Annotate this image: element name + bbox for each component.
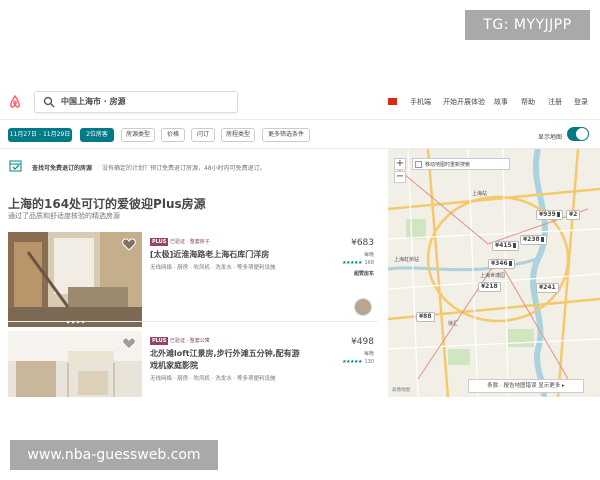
map-place-label: 徐汇	[448, 320, 458, 327]
map-place-label: 上海虹桥站	[394, 256, 419, 263]
instant-book-filter-chip[interactable]: 闪订	[191, 128, 215, 142]
map-price-pin[interactable]: ¥939	[536, 210, 563, 220]
map-price-pin[interactable]: ¥2	[566, 210, 581, 220]
listing-info: PLUS 已验证 · 整套房子 [太极]近淮海路老上海石库门洋房 无线网络 · …	[148, 232, 376, 327]
section-title: 上海的164处可订的爱彼迎Plus房源	[8, 197, 206, 211]
heart-icon[interactable]	[122, 337, 136, 350]
notice-body: 没有确定的计划？预订免费退订房源，48小时内可免费退订。	[102, 165, 266, 172]
listing-title[interactable]: 北外滩loft江景房,步行外滩五分钟,配有游戏机家庭影院	[150, 348, 300, 372]
airbnb-logo-icon[interactable]	[8, 95, 22, 109]
china-flag-icon[interactable]	[388, 98, 397, 105]
map-canvas[interactable]: 上海站 上海世博园 上海虹桥站 徐汇	[388, 149, 600, 397]
listing-divider	[8, 321, 378, 322]
airbnb-search-page: 中国上海市 · 房源 手机端 开始开展体验 故事 帮助 注册 登录 登录 11月…	[0, 85, 600, 397]
listing-card[interactable]: PLUS 已验证 · 整套公寓 北外滩loft江景房,步行外滩五分钟,配有游戏机…	[8, 331, 378, 397]
map-price-pin[interactable]: ¥241	[536, 283, 559, 293]
redo-search-label: 移动地图时重新搜索	[425, 162, 471, 168]
search-input[interactable]: 中国上海市 · 房源	[61, 96, 126, 107]
listing-card[interactable]: PLUS 已验证 · 整套房子 [太极]近淮海路老上海石库门洋房 无线网络 · …	[8, 232, 378, 327]
more-filters-chip[interactable]: 更多筛选条件	[262, 128, 310, 142]
nav-signup[interactable]: 注册	[548, 97, 562, 107]
free-cancel-notice: 查找可免费退订的房源 没有确定的计划？预订免费退订房源，48小时内可免费退订。	[8, 158, 378, 176]
price-per-night: 每晚	[363, 351, 374, 357]
nav-help[interactable]: 帮助	[521, 97, 535, 107]
map-price-pin[interactable]: ¥346	[488, 259, 515, 269]
nav-host-experience[interactable]: 开始开展体验	[443, 97, 485, 107]
review-count: 130	[364, 359, 374, 365]
nav-mobile[interactable]: 手机端	[410, 97, 431, 107]
review-count: 168	[364, 260, 374, 266]
heart-icon[interactable]	[122, 238, 136, 251]
map-price-pin[interactable]: ¥415	[492, 241, 519, 251]
top-navigation-bar: 中国上海市 · 房源 手机端 开始开展体验 故事 帮助 注册 登录 登录	[0, 85, 600, 120]
listing-amenities: 无线网络 · 厨房 · 吹风机 · 洗发水 · 等多项便利设施	[150, 265, 276, 271]
map-attribution: 高德地图	[392, 388, 410, 393]
listing-type: 已验证 · 整套房子	[170, 239, 210, 245]
calendar-check-icon	[9, 160, 22, 172]
checkbox-box[interactable]	[415, 161, 422, 168]
map-price-pin[interactable]: ¥218	[478, 282, 501, 292]
toggle-knob	[576, 128, 588, 140]
notice-title: 查找可免费退订的房源	[32, 165, 93, 172]
guests-filter-chip[interactable]: 2位房客	[80, 128, 114, 142]
show-map-toggle[interactable]	[567, 127, 589, 141]
listing-price: ¥683	[351, 238, 374, 248]
price-per-night: 每晚	[363, 252, 374, 258]
show-map-label: 显示地图	[538, 134, 563, 141]
watermark-top: TG: MYYJJPP	[465, 10, 590, 40]
host-avatar[interactable]	[354, 298, 372, 316]
nav-login-visible[interactable]: 登录	[574, 97, 588, 107]
superhost-label: 超赞房东	[353, 271, 374, 277]
listing-amenities: 无线网络 · 厨房 · 吹风机 · 洗发水 · 等多项便利设施	[150, 376, 276, 382]
map-terms-link[interactable]: 条款 · 报告地图错误 显示更多 ▸	[468, 379, 584, 393]
zoom-in-button[interactable]: +	[394, 158, 406, 170]
rating-stars: ★★★★★	[342, 359, 362, 365]
map-place-label: 上海站	[472, 190, 487, 197]
search-icon	[43, 96, 55, 108]
rating-stars: ★★★★★	[342, 260, 362, 266]
redo-search-checkbox[interactable]: 移动地图时重新搜索	[412, 158, 510, 170]
nav-stories[interactable]: 故事	[494, 97, 508, 107]
map-price-pin[interactable]: ¥238	[520, 235, 547, 245]
map-place-label: 上海世博园	[480, 272, 505, 279]
filter-bar: 11月27日 - 11月29日 2位房客 房源类型 价格 闪订 房程类型 更多筛…	[0, 121, 600, 149]
watermark-bottom: www.nba-guessweb.com	[10, 440, 218, 470]
plus-badge: PLUS	[150, 337, 169, 345]
room-type-filter-chip[interactable]: 房源类型	[121, 128, 155, 142]
listing-type: 已验证 · 整套公寓	[170, 338, 210, 344]
section-subtitle: 通过了品质和舒适度核验的精选房源	[8, 212, 120, 220]
trip-type-filter-chip[interactable]: 房程类型	[221, 128, 255, 142]
price-filter-chip[interactable]: 价格	[161, 128, 185, 142]
listing-title[interactable]: [太极]近淮海路老上海石库门洋房	[150, 249, 300, 261]
zoom-out-button[interactable]: −	[394, 171, 406, 183]
listing-info: PLUS 已验证 · 整套公寓 北外滩loft江景房,步行外滩五分钟,配有游戏机…	[148, 331, 376, 397]
plus-badge: PLUS	[150, 238, 169, 246]
search-bar[interactable]: 中国上海市 · 房源	[34, 91, 238, 113]
map-panel[interactable]: 上海站 上海世博园 上海虹桥站 徐汇 移动地图时重新搜索 + − ¥939 ¥2…	[388, 149, 600, 397]
listing-price: ¥498	[351, 337, 374, 347]
date-filter-chip[interactable]: 11月27日 - 11月29日	[8, 128, 72, 142]
map-price-pin[interactable]: ¥88	[416, 312, 435, 322]
